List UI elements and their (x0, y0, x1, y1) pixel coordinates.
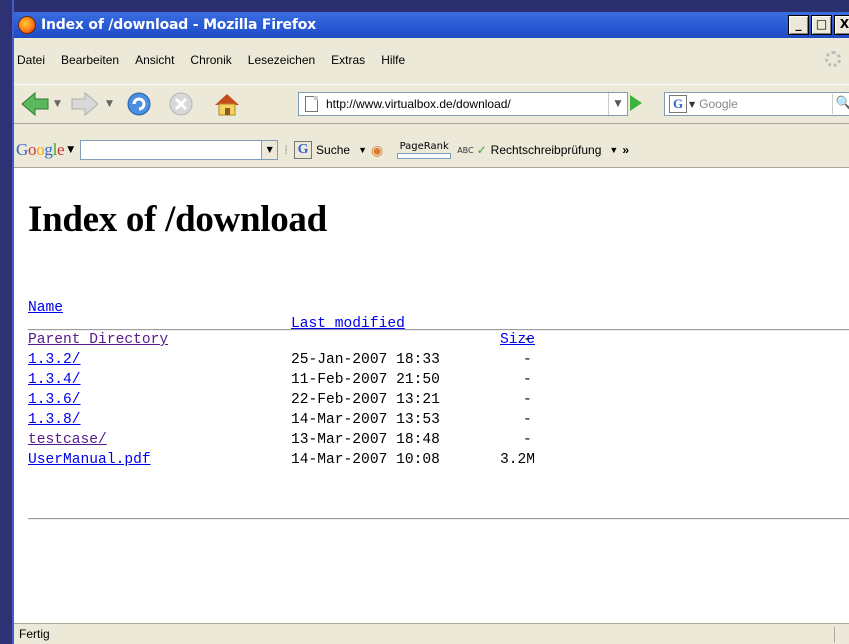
url-text[interactable]: http://www.virtualbox.de/download/ (326, 97, 608, 111)
file-link[interactable]: testcase/ (28, 432, 107, 448)
google-search-button[interactable]: Suche (316, 143, 350, 157)
file-size: - (523, 432, 532, 448)
table-row: 1.3.4/11-Feb-2007 21:50 - (28, 372, 728, 392)
status-bar: Fertig (14, 623, 849, 644)
throbber-icon (825, 51, 841, 67)
google-menu-dropdown[interactable]: ▼ (67, 145, 74, 155)
menu-bearbeiten[interactable]: Bearbeiten (53, 53, 127, 67)
url-history-dropdown[interactable]: ▼ (608, 93, 627, 115)
table-row: 1.3.6/22-Feb-2007 13:21 - (28, 392, 728, 412)
back-history-dropdown[interactable]: ▼ (54, 99, 61, 109)
back-button[interactable] (20, 90, 50, 118)
menu-hilfe[interactable]: Hilfe (373, 53, 413, 67)
file-size: - (523, 352, 532, 368)
header-divider (28, 329, 849, 331)
reload-button[interactable] (124, 90, 154, 118)
engine-dropdown[interactable]: ▼ (689, 100, 695, 109)
pagerank-indicator[interactable]: PageRank (397, 140, 452, 159)
file-link[interactable]: Parent Directory (28, 332, 168, 348)
table-row: UserManual.pdf 14-Mar-2007 10:08 3.2M (28, 452, 728, 472)
spellcheck-button[interactable]: Rechtschreibprüfung (491, 143, 602, 157)
window-controls: _ □ X (788, 15, 849, 35)
file-link[interactable]: 1.3.2/ (28, 352, 81, 368)
search-box[interactable]: G ▼ Google 🔍 (664, 92, 849, 116)
home-icon (215, 94, 239, 116)
menu-extras[interactable]: Extras (323, 53, 373, 67)
spellcheck-icon: ✓ (476, 143, 487, 157)
file-modified: 14-Mar-2007 13:53 (291, 412, 440, 428)
menu-bar: Datei Bearbeiten Ansicht Chronik Lesezei… (14, 50, 849, 70)
file-modified: 13-Mar-2007 18:48 (291, 432, 440, 448)
footer-divider (28, 518, 849, 520)
home-button[interactable] (212, 90, 242, 118)
menu-datei[interactable]: Datei (14, 53, 53, 67)
table-row: 1.3.2/25-Jan-2007 18:33 - (28, 352, 728, 372)
firefox-icon[interactable] (18, 16, 36, 34)
menu-lesezeichen[interactable]: Lesezeichen (240, 53, 323, 67)
page-content: Index of /download Name Last modified Si… (14, 167, 849, 624)
forward-history-dropdown[interactable]: ▼ (106, 99, 113, 109)
forward-arrow-icon (71, 91, 99, 117)
browser-window: Index of /download - Mozilla Firefox _ □… (14, 12, 849, 644)
menu-ansicht[interactable]: Ansicht (127, 53, 182, 67)
back-arrow-icon (21, 91, 49, 117)
file-size: - (523, 372, 532, 388)
file-size: - (523, 392, 532, 408)
file-modified: 22-Feb-2007 13:21 (291, 392, 440, 408)
file-link[interactable]: UserManual.pdf (28, 452, 151, 468)
search-icon[interactable]: 🔍 (832, 94, 849, 114)
stop-icon (169, 92, 193, 116)
pagerank-label: PageRank (399, 140, 449, 152)
file-modified: 25-Jan-2007 18:33 (291, 352, 440, 368)
google-input-dropdown[interactable]: ▼ (261, 141, 278, 159)
toolbar-separator: ⁞ (284, 143, 289, 157)
table-row: Parent Directory - (28, 332, 728, 352)
close-button[interactable]: X (834, 15, 849, 35)
status-text: Fertig (19, 627, 50, 641)
desktop-background (0, 0, 14, 644)
file-size: - (523, 412, 532, 428)
menu-chronik[interactable]: Chronik (182, 53, 239, 67)
navigation-toolbar: ▼ ▼ http://www.virtualbox.de/download/ ▼… (14, 84, 849, 124)
title-bar[interactable]: Index of /download - Mozilla Firefox _ □… (14, 12, 849, 38)
file-size: 3.2M (500, 452, 536, 468)
search-dropdown[interactable]: ▼ (358, 145, 367, 155)
directory-listing: Name Last modified Size Parent Directory… (28, 284, 535, 468)
reload-icon (127, 92, 151, 116)
go-button[interactable] (630, 95, 642, 111)
maximize-button[interactable]: □ (811, 15, 832, 35)
file-size: - (523, 332, 532, 348)
page-icon (305, 96, 318, 112)
window-title: Index of /download - Mozilla Firefox (41, 17, 316, 33)
address-bar[interactable]: http://www.virtualbox.de/download/ ▼ (298, 92, 628, 116)
file-modified: 11-Feb-2007 21:50 (291, 372, 440, 388)
page-title: Index of /download (28, 199, 327, 240)
spellcheck-abc-label: ABC (457, 145, 474, 155)
file-rows: Parent Directory -1.3.2/25-Jan-2007 18:33… (28, 332, 728, 472)
table-row: 1.3.8/14-Mar-2007 13:53 - (28, 412, 728, 432)
google-engine-icon[interactable]: G (669, 95, 687, 113)
spellcheck-dropdown[interactable]: ▼ (609, 145, 618, 155)
google-toolbar: Google ▼ ▼ ⁞ G Suche ▼ ◉ PageRank ABC ✓ … (14, 136, 849, 164)
file-link[interactable]: 1.3.8/ (28, 412, 81, 428)
column-header-row: Name Last modified Size (28, 284, 535, 348)
minimize-button[interactable]: _ (788, 15, 809, 35)
file-link[interactable]: 1.3.4/ (28, 372, 81, 388)
search-placeholder[interactable]: Google (699, 97, 738, 111)
column-header-name[interactable]: Name (28, 300, 63, 316)
google-logo[interactable]: Google (16, 140, 65, 160)
more-chevron[interactable]: » (622, 143, 629, 157)
file-link[interactable]: 1.3.6/ (28, 392, 81, 408)
pagerank-bar (397, 152, 452, 159)
resize-grip[interactable] (834, 627, 849, 643)
file-modified: 14-Mar-2007 10:08 (291, 452, 440, 468)
google-search-icon[interactable]: G (294, 141, 313, 159)
google-search-input[interactable]: ▼ (80, 140, 279, 160)
table-row: testcase/13-Mar-2007 18:48 - (28, 432, 728, 452)
popup-blocker-icon[interactable]: ◉ (371, 142, 383, 159)
stop-button[interactable] (166, 90, 196, 118)
forward-button[interactable] (70, 90, 100, 118)
